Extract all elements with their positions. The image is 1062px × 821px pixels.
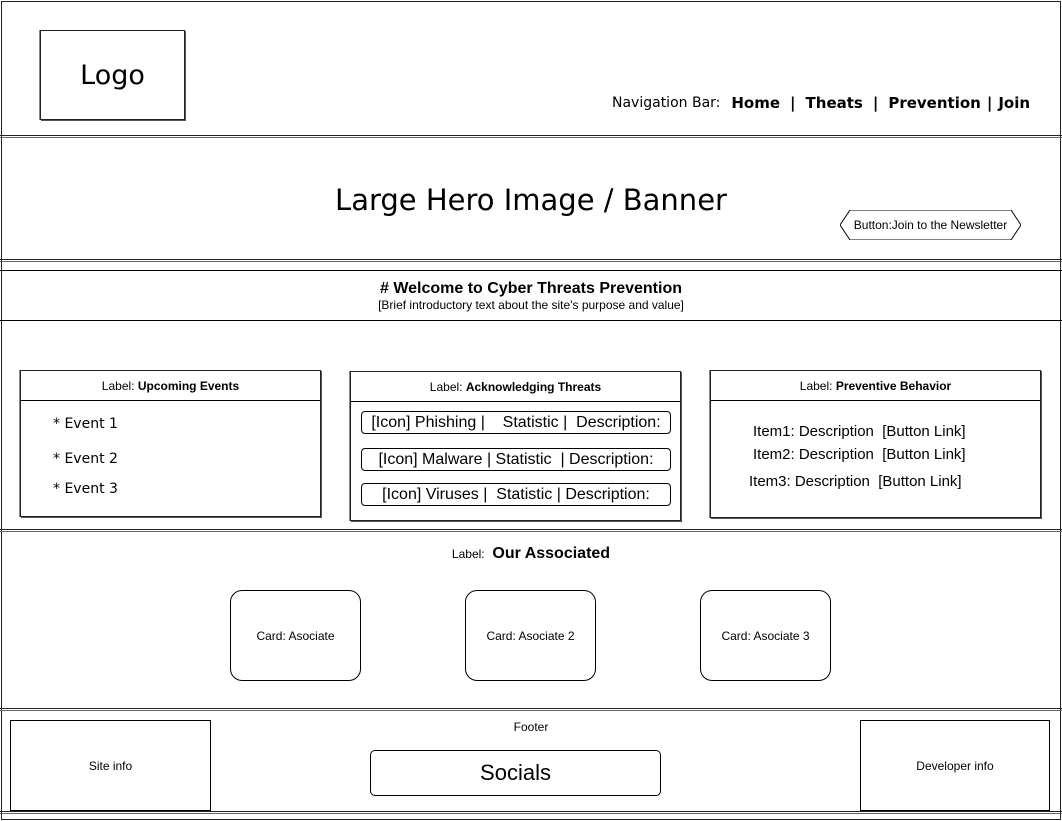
event-item[interactable]: * Event 2 <box>53 451 118 467</box>
upcoming-events-panel: Label: Upcoming Events * Event 1 * Event… <box>20 370 321 517</box>
socials-box[interactable]: Socials <box>370 750 661 796</box>
site-info-label: Site info <box>88 758 133 773</box>
threat-row-phishing[interactable]: [Icon] Phishing | Statistic | Descriptio… <box>361 411 671 434</box>
panel-label-prefix: Label: <box>429 379 466 394</box>
nav-prevention-link[interactable]: Prevention <box>888 94 981 112</box>
nav-threats-link[interactable]: Theats <box>806 94 863 112</box>
threat-row-viruses[interactable]: [Icon] Viruses | Statistic | Description… <box>361 483 671 506</box>
upcoming-events-label: Upcoming Events <box>137 378 240 393</box>
hero-divider <box>0 259 1062 262</box>
prevention-item[interactable]: Item2: Description [Button Link] <box>753 446 966 463</box>
associate-card[interactable]: Card: Asociate 2 <box>465 590 596 681</box>
bottom-border <box>0 811 1062 814</box>
hero-text: Large Hero Image / Banner <box>335 183 727 217</box>
welcome-section: # Welcome to Cyber Threats Prevention [B… <box>0 270 1062 321</box>
developer-info-label: Developer info <box>916 758 994 773</box>
newsletter-button[interactable]: Button:Join to the Newsletter <box>840 210 1021 240</box>
event-item[interactable]: * Event 1 <box>53 416 118 432</box>
hero-banner: Large Hero Image / Banner <box>0 142 1062 260</box>
header-divider <box>0 135 1062 138</box>
footer-divider <box>0 708 1062 711</box>
nav-label: Navigation Bar: <box>612 95 721 111</box>
panel-label-prefix: Label: <box>799 378 836 393</box>
acknowledging-threats-header: Label: Acknowledging Threats <box>351 372 680 402</box>
preventive-behavior-header: Label: Preventive Behavior <box>711 371 1040 401</box>
threat-row-malware[interactable]: [Icon] Malware | Statistic | Description… <box>361 448 671 471</box>
event-item[interactable]: * Event 3 <box>53 481 118 497</box>
socials-label: Socials <box>480 760 551 785</box>
newsletter-button-label: Button:Join to the Newsletter <box>853 218 1008 232</box>
site-info-box[interactable]: Site info <box>10 720 211 811</box>
panels-divider <box>0 529 1062 532</box>
panel-label-prefix: Label: <box>101 378 138 393</box>
logo[interactable]: Logo <box>40 30 185 120</box>
associate-card-label: Card: Asociate 2 <box>486 628 575 643</box>
upcoming-events-header: Label: Upcoming Events <box>21 371 320 401</box>
prevention-item[interactable]: Item1: Description [Button Link] <box>753 423 966 440</box>
acknowledging-threats-panel: Label: Acknowledging Threats [Icon] Phis… <box>350 371 681 521</box>
nav-join-link[interactable]: Join <box>998 94 1030 112</box>
navigation-bar: Navigation Bar: Home | Theats | Preventi… <box>612 93 1030 113</box>
associate-card-label: Card: Asociate <box>256 628 335 643</box>
prevention-item[interactable]: Item3: Description [Button Link] <box>749 473 962 490</box>
logo-text: Logo <box>80 59 145 91</box>
preventive-behavior-label: Preventive Behavior <box>835 378 952 393</box>
acknowledging-threats-label: Acknowledging Threats <box>465 379 602 394</box>
associate-card[interactable]: Card: Asociate 3 <box>700 590 831 681</box>
welcome-subtitle: [Brief introductory text about the site'… <box>378 298 684 312</box>
nav-separator: | <box>986 94 993 112</box>
preventive-behavior-panel: Label: Preventive Behavior Item1: Descri… <box>710 370 1041 518</box>
developer-info-box[interactable]: Developer info <box>860 720 1050 811</box>
welcome-title: # Welcome to Cyber Threats Prevention <box>379 280 682 297</box>
associate-card-label: Card: Asociate 3 <box>721 628 810 643</box>
associate-card[interactable]: Card: Asociate <box>230 590 361 681</box>
associates-label-prefix: Label: <box>451 547 488 561</box>
nav-home-link[interactable]: Home <box>731 94 780 112</box>
associates-title: Our Associated <box>492 545 611 562</box>
nav-separator: | <box>790 94 796 112</box>
associates-heading: Label: Our Associated <box>0 545 1062 563</box>
nav-separator: | <box>872 94 879 112</box>
